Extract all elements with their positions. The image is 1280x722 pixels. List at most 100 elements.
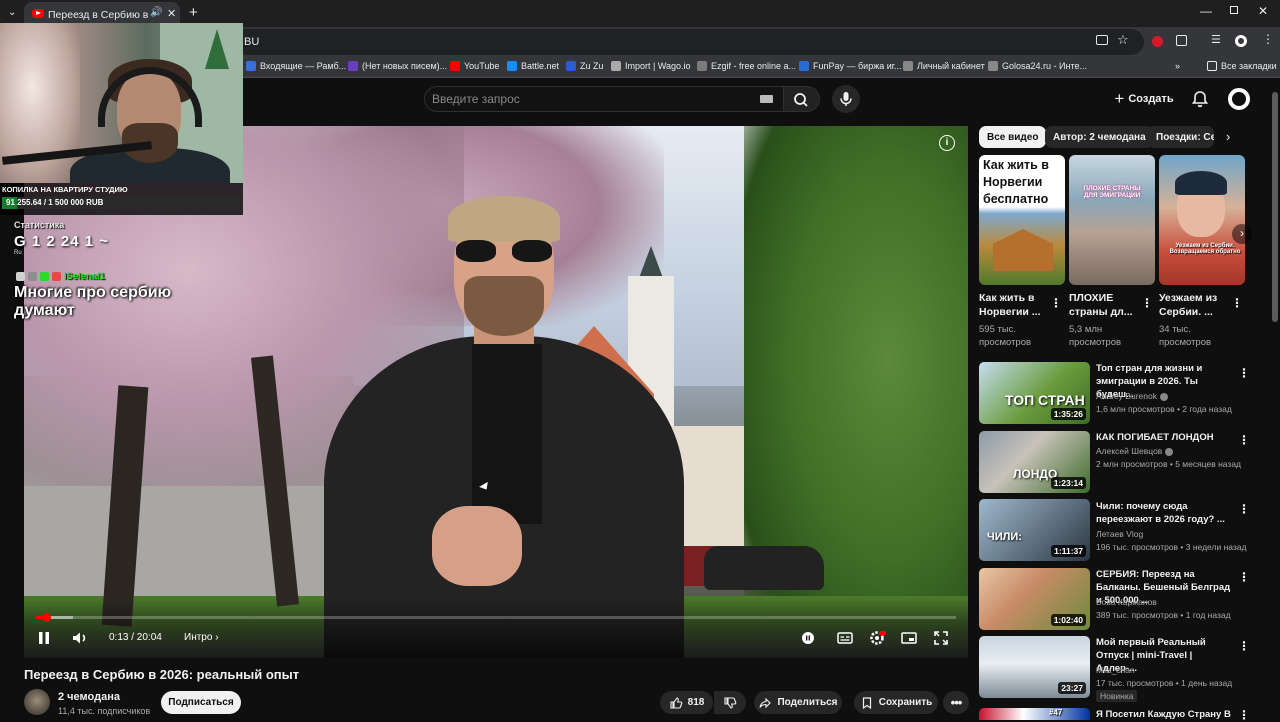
- bookmark-item[interactable]: Battle.net: [507, 61, 559, 71]
- speaker-icon[interactable]: 🔊: [150, 7, 162, 18]
- bookmark-item[interactable]: FunPay — биржа иг...: [799, 61, 901, 71]
- dislike-button[interactable]: [714, 691, 746, 714]
- like-button[interactable]: 818: [660, 691, 713, 714]
- all-bookmarks-button[interactable]: Все закладки: [1207, 61, 1277, 71]
- bookmark-item[interactable]: Import | Wago.io: [611, 61, 691, 71]
- shorts-next-chevron-icon[interactable]: ›: [1232, 224, 1252, 244]
- video-thumbnail[interactable]: 23:27: [979, 636, 1090, 698]
- bookmark-item[interactable]: Ezgif - free online a...: [697, 61, 796, 71]
- video-thumbnail[interactable]: ТОП СТРАН 1:35:26: [979, 362, 1090, 424]
- notifications-button[interactable]: [1188, 87, 1212, 111]
- thumb-text: #47: [1049, 708, 1063, 717]
- thumb-text: ЧИЛИ:: [987, 531, 1022, 543]
- stats-subtitle: Ru: [14, 250, 22, 256]
- video-frame-hands: [432, 506, 522, 586]
- media-controls-icon[interactable]: ☰: [1211, 33, 1221, 46]
- short-title[interactable]: Как жить в Норвегии ...: [979, 291, 1059, 319]
- channel-avatar[interactable]: [24, 689, 50, 715]
- video-thumbnail[interactable]: #47: [979, 708, 1090, 720]
- minimize-button[interactable]: —: [1200, 4, 1212, 18]
- save-button[interactable]: Сохранить: [854, 691, 938, 714]
- bell-icon: [1191, 91, 1209, 108]
- video-thumbnail[interactable]: ЧИЛИ: 1:11:37: [979, 499, 1090, 561]
- channel-name[interactable]: Andrey Burenok: [1096, 391, 1168, 401]
- verified-badge-icon: [40, 271, 49, 281]
- search-input[interactable]: [432, 91, 732, 107]
- extensions-puzzle-icon[interactable]: [1176, 35, 1187, 46]
- short-title[interactable]: Уезжаем из Сербии. ...: [1159, 291, 1239, 319]
- more-vertical-icon[interactable]: ⋮: [1238, 639, 1250, 653]
- short-thumbnail[interactable]: ПЛОХИЕ СТРАНЫ ДЛЯ ЭМИГРАЦИИ: [1069, 155, 1155, 285]
- progress-bar[interactable]: [36, 613, 956, 622]
- bookmark-item[interactable]: (Нет новых писем)...: [348, 61, 447, 71]
- extension-red-icon[interactable]: [1152, 36, 1163, 47]
- page-scrollbar[interactable]: [1272, 92, 1278, 322]
- more-vertical-icon[interactable]: ⋮: [1238, 502, 1250, 516]
- subtitles-button[interactable]: [835, 628, 855, 648]
- stats-title: Статистика: [14, 220, 65, 230]
- install-app-icon[interactable]: [1096, 35, 1108, 45]
- chips-next-chevron-icon[interactable]: ›: [1226, 129, 1230, 144]
- short-more-icon[interactable]: ⋮: [1050, 296, 1062, 310]
- bookmark-star-icon[interactable]: ☆: [1117, 32, 1129, 48]
- channel-name[interactable]: Вова Карманов: [1096, 597, 1157, 607]
- channel-name[interactable]: Mila_chan: [1096, 665, 1135, 675]
- short-more-icon[interactable]: ⋮: [1141, 296, 1153, 310]
- channel-name[interactable]: 2 чемодана: [58, 691, 120, 703]
- keyboard-icon[interactable]: [760, 95, 773, 103]
- gear-icon: [870, 631, 886, 645]
- volume-icon: [73, 632, 86, 644]
- channel-name[interactable]: Летаев Vlog: [1096, 529, 1143, 539]
- miniplayer-button[interactable]: [899, 628, 919, 648]
- more-vertical-icon[interactable]: ⋮: [1238, 570, 1250, 584]
- restore-button[interactable]: [1230, 6, 1238, 14]
- browser-menu-icon[interactable]: ⋮: [1262, 32, 1274, 46]
- close-window-button[interactable]: ✕: [1258, 4, 1268, 18]
- bookmark-item[interactable]: Личный кабинет: [903, 61, 985, 71]
- thumbs-up-icon: [670, 696, 682, 709]
- chapter-button[interactable]: Интро ›: [184, 632, 219, 643]
- streamer-webcam: [0, 23, 243, 183]
- short-views: 595 тыс. просмотров: [979, 324, 1032, 348]
- pause-icon: [39, 632, 49, 644]
- settings-button[interactable]: [867, 628, 887, 648]
- subscribe-button[interactable]: Подписаться: [161, 691, 241, 714]
- pause-button[interactable]: [36, 628, 52, 648]
- create-button[interactable]: + Создать: [1108, 85, 1180, 113]
- chip-trips[interactable]: Поездки: Се: [1148, 126, 1214, 148]
- more-vertical-icon[interactable]: ⋮: [1238, 366, 1250, 380]
- video-title-link[interactable]: Я Посетил Каждую Страну В: [1096, 708, 1234, 721]
- search-button[interactable]: [784, 86, 820, 112]
- more-actions-button[interactable]: •••: [943, 691, 969, 714]
- short-more-icon[interactable]: ⋮: [1231, 296, 1243, 310]
- chip-author[interactable]: Автор: 2 чемодана: [1045, 126, 1154, 148]
- short-title[interactable]: ПЛОХИЕ страны дл...: [1069, 291, 1149, 319]
- fullscreen-button[interactable]: [931, 628, 951, 648]
- share-button[interactable]: Поделиться: [754, 691, 842, 714]
- account-avatar[interactable]: [1228, 88, 1250, 110]
- bookmarks-overflow-icon[interactable]: »: [1175, 61, 1180, 71]
- bookmark-item[interactable]: Golosa24.ru - Инте...: [988, 61, 1087, 71]
- short-thumbnail[interactable]: Уезжаем из Сербии. Возвращаемся обратно: [1159, 155, 1245, 285]
- bookmark-item[interactable]: YouTube: [450, 61, 499, 71]
- tab-close-icon[interactable]: ✕: [167, 7, 176, 20]
- profile-icon[interactable]: [1235, 35, 1247, 47]
- video-title-link[interactable]: Чили: почему сюда переезжают в 2026 году…: [1096, 500, 1234, 526]
- volume-button[interactable]: [70, 628, 90, 648]
- tab-list-chevron-icon[interactable]: ⌄: [8, 7, 16, 18]
- voice-search-button[interactable]: [832, 85, 860, 113]
- autoplay-toggle[interactable]: [798, 628, 818, 648]
- info-icon[interactable]: i: [939, 135, 955, 151]
- video-thumbnail[interactable]: 1:02:40: [979, 568, 1090, 630]
- ezgif-icon: [697, 61, 707, 71]
- video-thumbnail[interactable]: ЛОНДО 1:23:14: [979, 431, 1090, 493]
- channel-name[interactable]: Алексей Шевцов: [1096, 446, 1174, 456]
- new-tab-button[interactable]: +: [189, 4, 198, 21]
- omnibox[interactable]: BU: [234, 29, 1144, 55]
- more-vertical-icon[interactable]: ⋮: [1238, 433, 1250, 447]
- video-title-link[interactable]: КАК ПОГИБАЕТ ЛОНДОН: [1096, 431, 1234, 444]
- bookmark-item[interactable]: Входящие — Рамб...: [246, 61, 346, 71]
- bookmark-item[interactable]: Zu Zu: [566, 61, 604, 71]
- chip-all-videos[interactable]: Все видео: [979, 126, 1047, 148]
- short-thumbnail[interactable]: Как жить в Норвегии бесплатно: [979, 155, 1065, 285]
